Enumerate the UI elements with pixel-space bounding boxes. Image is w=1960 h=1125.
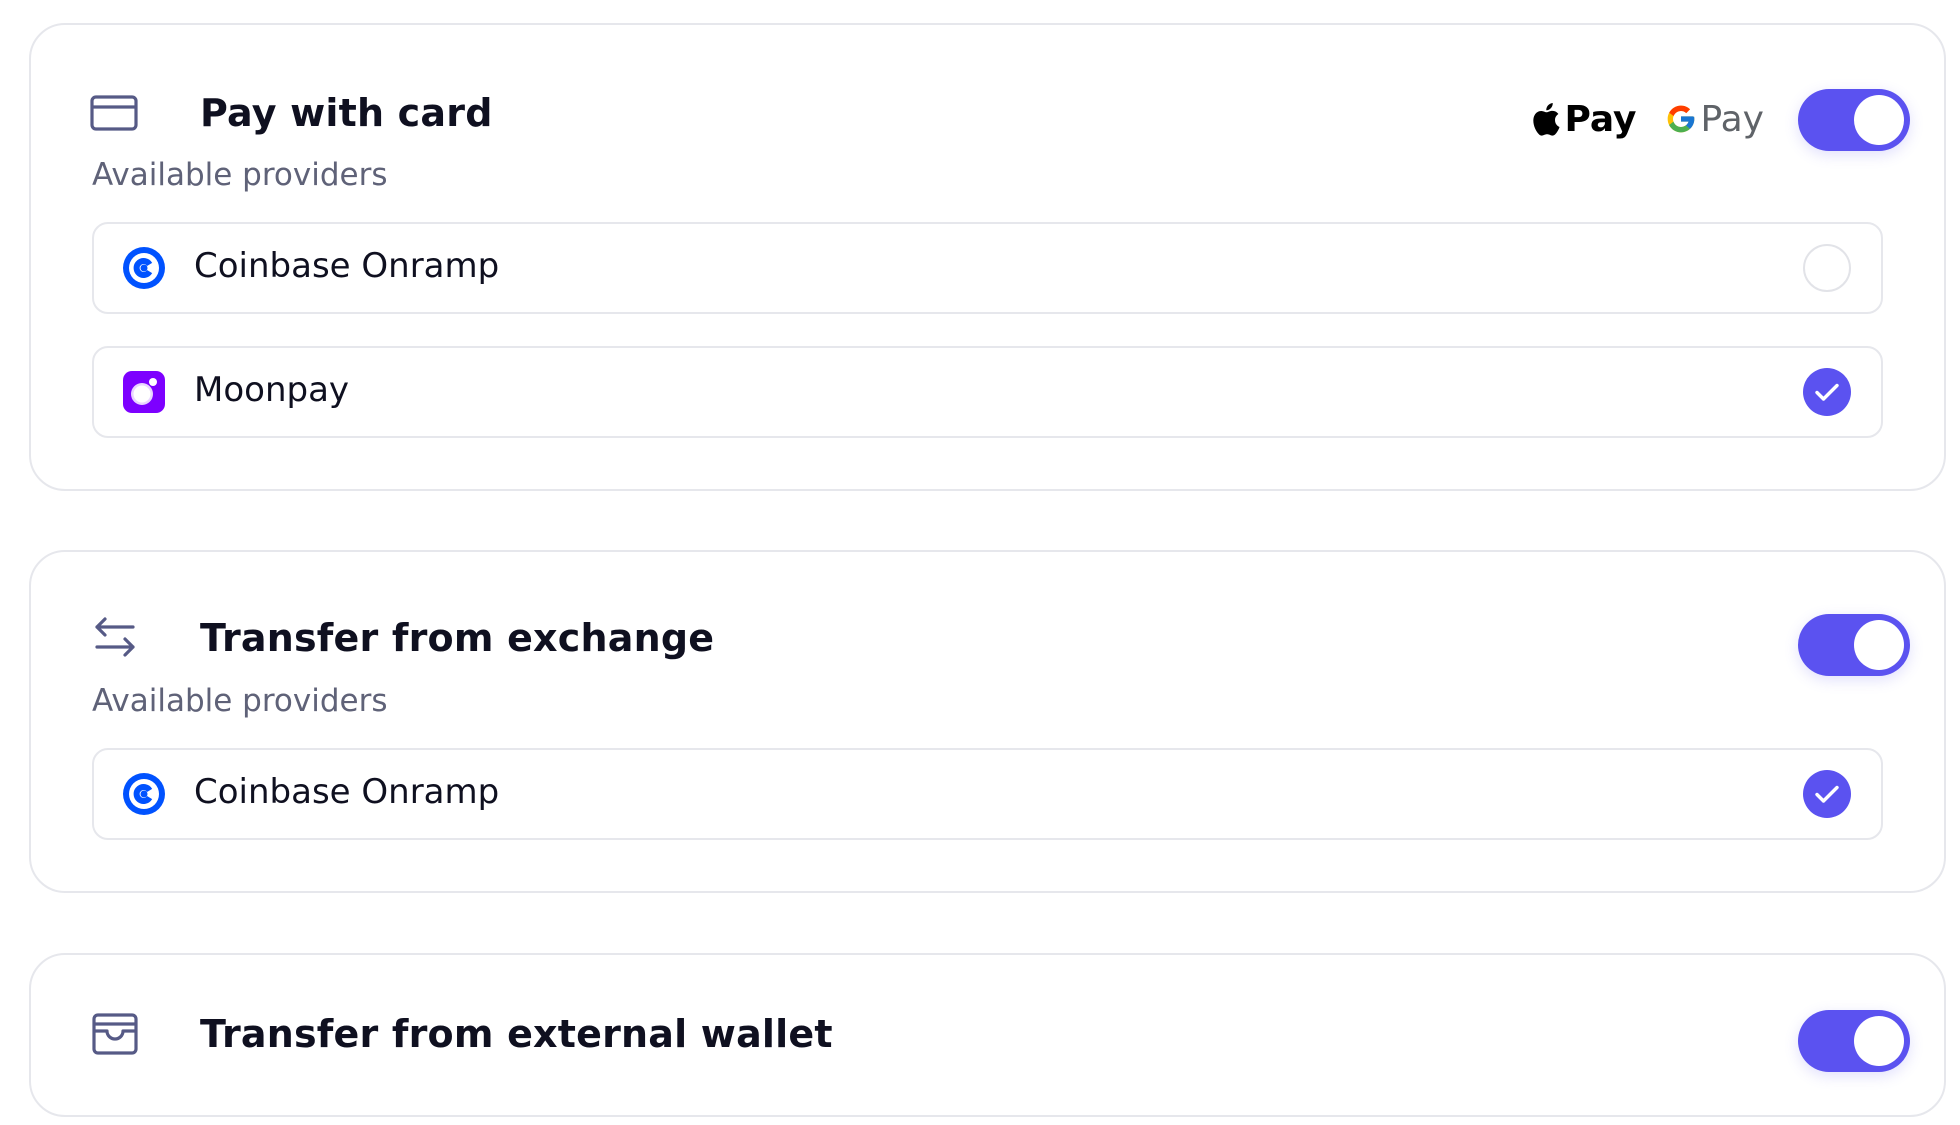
section-header: Transfer from external wallet [89,998,1910,1078]
section-header: Transfer from exchange [89,602,1910,682]
provider-radio-unselected[interactable] [1803,244,1851,292]
toggle-knob [1854,1016,1904,1066]
pay-with-card-toggle[interactable] [1798,89,1910,151]
provider-name: Moonpay [194,370,350,410]
transfer-arrows-icon [89,612,141,664]
checkmark-icon [1815,785,1839,803]
apple-pay-badge: Pay [1532,98,1637,140]
provider-option-moonpay[interactable]: Moonpay [92,346,1883,438]
section-title: Pay with card [200,91,493,135]
transfer-from-exchange-toggle[interactable] [1798,614,1910,676]
provider-name: Coinbase Onramp [194,246,500,286]
pay-with-card-section: Pay with card Pay Pay Available provider… [29,23,1946,491]
section-header: Pay with card Pay Pay [89,77,1910,157]
wallet-icon [89,1008,141,1060]
available-providers-label: Available providers [92,157,388,193]
transfer-from-exchange-section: Transfer from exchange Available provide… [29,550,1946,893]
apple-logo-icon [1532,102,1560,136]
transfer-from-external-wallet-section: Transfer from external wallet [29,953,1946,1117]
wallet-badges: Pay Pay [1532,95,1764,143]
toggle-knob [1854,95,1904,145]
section-title: Transfer from external wallet [200,1012,833,1056]
provider-check-selected[interactable] [1803,368,1851,416]
provider-name: Coinbase Onramp [194,772,500,812]
coinbase-logo-icon [122,772,166,816]
apple-pay-label: Pay [1564,98,1637,140]
google-pay-badge: Pay [1665,99,1764,140]
transfer-from-external-wallet-toggle[interactable] [1798,1010,1910,1072]
section-title: Transfer from exchange [200,616,715,660]
google-pay-label: Pay [1700,98,1764,140]
coinbase-logo-icon [122,246,166,290]
provider-option-coinbase[interactable]: Coinbase Onramp [92,748,1883,840]
credit-card-icon [89,87,141,139]
moonpay-logo-icon [122,370,166,414]
checkmark-icon [1815,383,1839,401]
provider-check-selected[interactable] [1803,770,1851,818]
available-providers-label: Available providers [92,683,388,719]
provider-option-coinbase[interactable]: Coinbase Onramp [92,222,1883,314]
google-logo-icon [1665,103,1697,135]
toggle-knob [1854,620,1904,670]
